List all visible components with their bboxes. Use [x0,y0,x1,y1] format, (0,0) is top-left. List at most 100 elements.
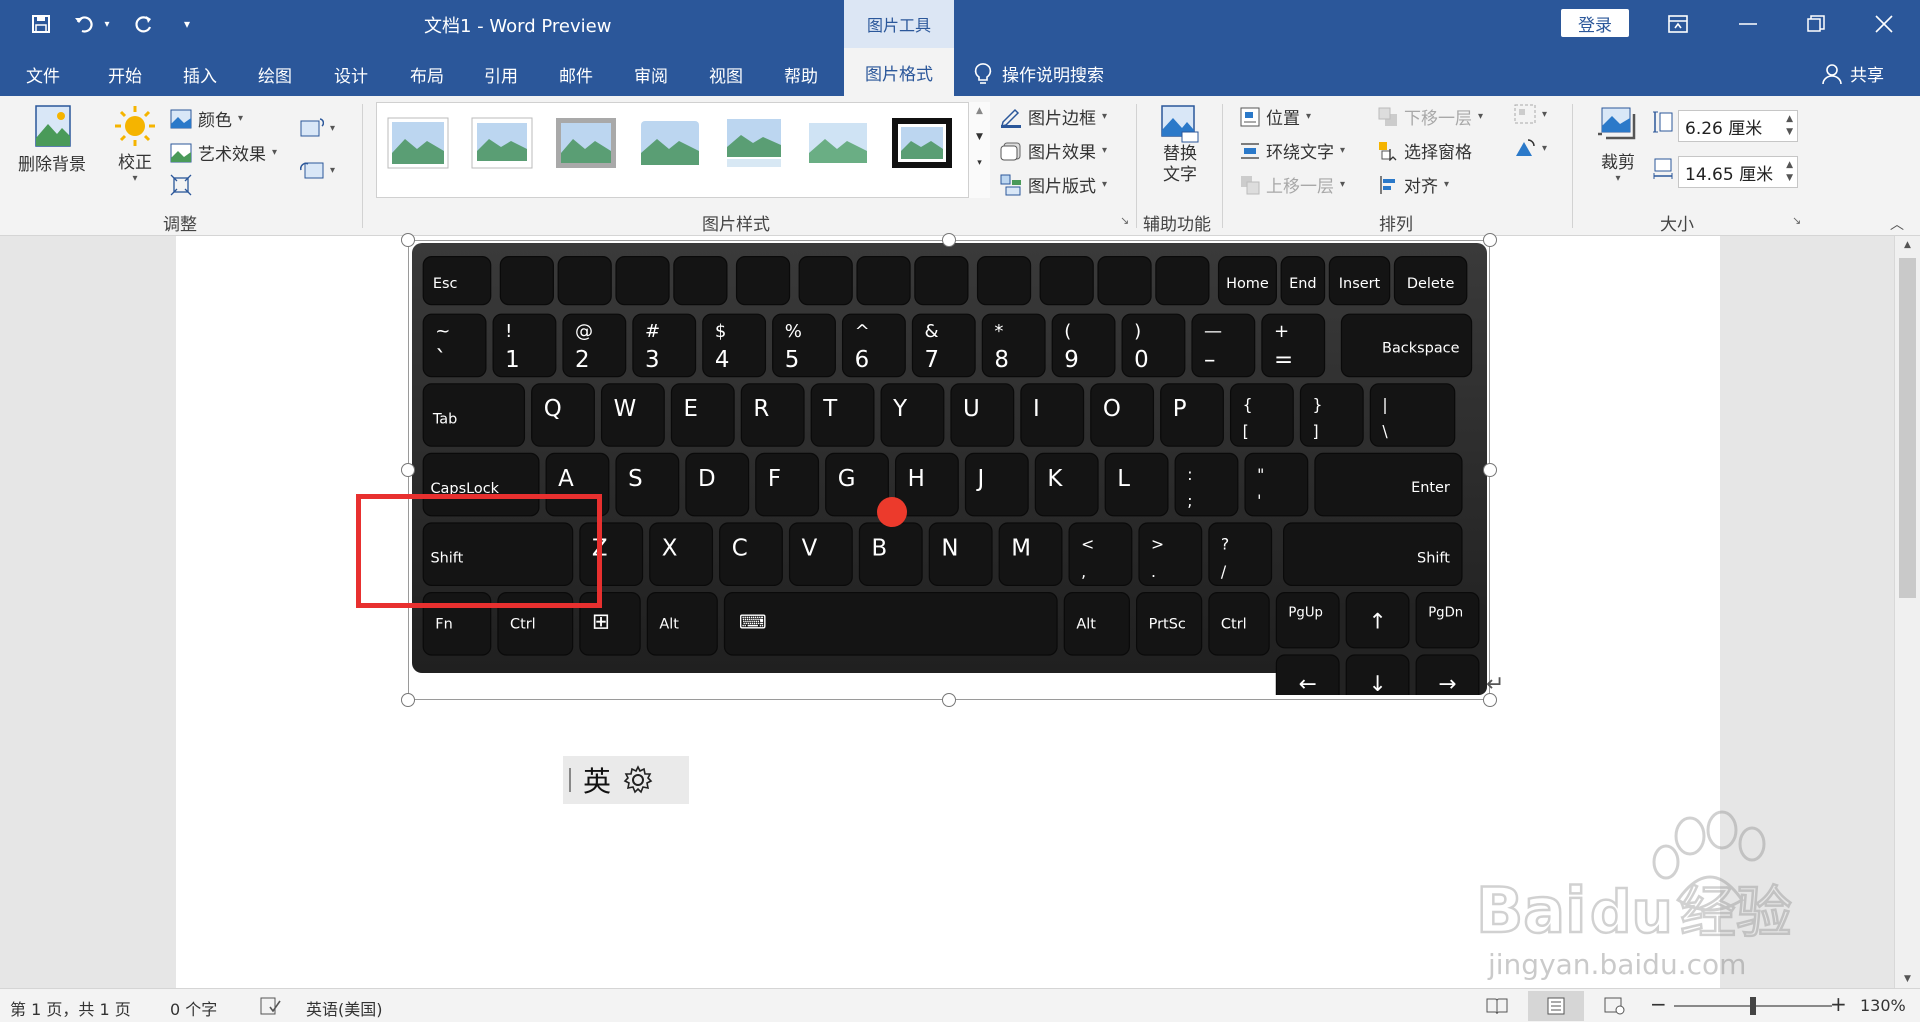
corrections-button[interactable]: 校正 ▾ [110,104,160,184]
ime-language-toggle[interactable]: 英 [583,760,611,800]
resize-handle-bottom[interactable] [942,693,956,707]
zoom-out-icon[interactable]: − [1650,992,1667,1016]
close-icon[interactable] [1856,0,1912,48]
key-label: Y [892,396,907,422]
keyboard-picture[interactable]: Esc Home End Insert Delete ~ `! 1 @2 #3 $4% 5 ^ 6 & 7 * 8… [412,243,1487,695]
minimize-icon[interactable] [1720,0,1776,48]
wrap-text-button[interactable]: 环绕文字 ▾ [1240,138,1345,163]
align-button[interactable]: 对齐 ▾ [1378,172,1449,197]
style-thumb-7[interactable] [891,117,953,169]
key-symbol [1174,452,1239,517]
ime-toolbar[interactable]: 英 [563,756,689,804]
alt-text-button[interactable]: 替换 文字 [1152,104,1208,186]
group-objects-button[interactable]: ▾ [1514,104,1547,124]
style-thumb-5[interactable] [723,117,785,169]
scroll-up-icon[interactable]: ▲ [1895,240,1920,250]
page-count[interactable]: 第 1 页，共 1 页 [10,996,131,1020]
word-count[interactable]: 0 个字 [170,996,217,1020]
ime-grip-handle[interactable] [569,768,571,792]
rotate-button[interactable]: ▾ [1514,138,1547,158]
resize-handle-right[interactable] [1483,463,1497,477]
height-spinner[interactable]: ▲ ▼ [1786,113,1793,139]
resize-handle-left[interactable] [401,463,415,477]
customize-qat-icon[interactable]: ▾ [172,10,202,38]
style-thumb-3[interactable] [555,117,617,169]
gallery-scroll[interactable]: ▲ ▼ ▾ [968,102,990,198]
crop-button[interactable]: 裁剪 ▾ [1590,104,1646,184]
key-fn-row [914,256,969,306]
save-icon[interactable] [26,10,56,38]
language-indicator[interactable]: 英语(美国) [306,996,383,1020]
signin-button[interactable]: 登录 [1561,9,1629,37]
tab-help[interactable]: 帮助 [784,62,818,87]
proofing-icon[interactable] [260,997,282,1015]
tab-file[interactable]: 文件 [26,62,60,87]
vertical-scrollbar[interactable]: ▲ ▼ [1894,236,1920,988]
key-symbol: * [994,321,1003,342]
undo-dropdown-icon[interactable]: ▾ [100,10,114,38]
key-label: K [1047,466,1063,492]
key-label: Esc [433,276,458,292]
style-thumb-1[interactable] [387,117,449,169]
style-thumb-2[interactable] [471,117,533,169]
scroll-down-icon[interactable]: ▼ [1895,974,1920,984]
tab-view[interactable]: 视图 [709,62,743,87]
resize-handle-top-right[interactable] [1483,233,1497,247]
resize-handle-top[interactable] [942,233,956,247]
collapse-ribbon-icon[interactable]: ︿ [1890,214,1904,234]
key-symbol: < [1081,534,1094,553]
tell-me-search[interactable]: 操作说明搜索 [974,61,1104,86]
redo-icon[interactable] [128,10,158,38]
dialog-launcher-icon[interactable]: ↘ [1120,214,1129,227]
remove-background-button[interactable]: 删除背景 [12,104,92,175]
tab-references[interactable]: 引用 [484,62,518,87]
picture-effects-button[interactable]: 图片效果 ▾ [1000,138,1107,163]
crop-label: 裁剪 [1601,153,1635,173]
picture-border-button[interactable]: 图片边框 ▾ [1000,104,1107,129]
share-button[interactable]: 共享 [1822,61,1884,86]
tab-mailings[interactable]: 邮件 [559,62,593,87]
ribbon-display-options-icon[interactable] [1650,0,1706,48]
print-layout-button[interactable] [1528,991,1584,1021]
send-backward-button[interactable]: 下移一层 ▾ [1378,104,1483,129]
zoom-in-icon[interactable]: + [1830,992,1847,1016]
tab-layout[interactable]: 布局 [410,62,444,87]
style-thumb-4[interactable] [639,117,701,169]
restore-icon[interactable] [1788,0,1844,48]
tab-design[interactable]: 设计 [334,62,368,87]
bring-forward-button[interactable]: 上移一层 ▾ [1240,172,1345,197]
tab-home[interactable]: 开始 [108,62,142,87]
read-mode-icon[interactable] [1486,997,1508,1015]
size-dialog-launcher-icon[interactable]: ↘ [1792,214,1801,227]
gear-icon[interactable] [623,765,653,795]
width-input[interactable]: 14.65 厘米 ▲ ▼ [1678,156,1798,188]
web-layout-icon[interactable] [1604,997,1626,1015]
artistic-effects-button[interactable]: 艺术效果 ▾ [170,140,277,165]
selection-pane-button[interactable]: 选择窗格 [1378,138,1472,163]
group-divider [1136,104,1137,228]
zoom-slider-thumb[interactable] [1750,997,1756,1015]
reset-picture-button[interactable]: ▾ [300,160,335,180]
resize-handle-bottom-left[interactable] [401,693,415,707]
style-thumb-6[interactable] [807,117,869,169]
scroll-thumb[interactable] [1899,258,1916,598]
change-picture-button[interactable]: ▾ [300,118,335,138]
compress-pictures-button[interactable] [170,174,192,196]
width-icon [1653,158,1673,179]
color-button[interactable]: 颜色 ▾ [170,106,243,131]
zoom-level[interactable]: 130% [1860,996,1906,1015]
undo-icon[interactable] [70,10,100,38]
height-input[interactable]: 6.26 厘米 ▲ ▼ [1678,110,1798,142]
resize-handle-top-left[interactable] [401,233,415,247]
tab-review[interactable]: 审阅 [634,62,668,87]
key-label: [ [1243,422,1249,441]
width-spinner[interactable]: ▲ ▼ [1786,159,1793,185]
position-button[interactable]: 位置 ▾ [1240,104,1311,129]
tab-insert[interactable]: 插入 [183,62,217,87]
tab-picture-format[interactable]: 图片格式 [844,48,954,96]
key-label: 1 [505,347,520,373]
wrap-text-label: 环绕文字 [1266,143,1334,163]
picture-layout-button[interactable]: 图片版式 ▾ [1000,172,1107,197]
key-number [562,313,627,378]
tab-draw[interactable]: 绘图 [258,62,292,87]
